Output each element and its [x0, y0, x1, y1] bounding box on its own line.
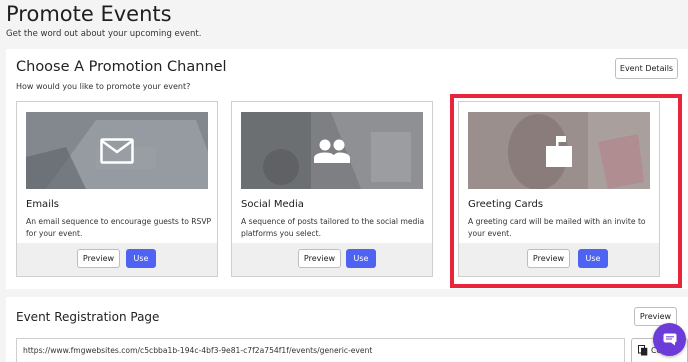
card-title: Emails	[26, 199, 59, 210]
social-media-preview-button[interactable]: Preview	[298, 249, 341, 268]
card-description: An email sequence to encourage guests to…	[26, 217, 212, 238]
registration-panel: Event Registration Page Preview https://…	[6, 297, 688, 362]
card-title: Social Media	[241, 199, 304, 210]
registration-url: https://www.fmgwebsites.com/c5cbba1b-194…	[23, 346, 373, 355]
emails-card-image	[26, 112, 208, 189]
copy-icon	[638, 345, 648, 356]
card-footer: Preview Use	[17, 243, 217, 276]
page-title: Promote Events	[6, 2, 172, 26]
channel-card-emails: Emails An email sequence to encourage gu…	[16, 101, 218, 277]
envelope-icon	[100, 137, 134, 164]
page-subtitle: Get the word out about your upcoming eve…	[6, 29, 202, 39]
card-footer: Preview Use	[232, 243, 432, 276]
channel-card-social-media: Social Media A sequence of posts tailore…	[231, 101, 433, 277]
emails-use-button[interactable]: Use	[126, 249, 156, 268]
chat-button[interactable]	[653, 323, 686, 356]
social-media-card-image	[241, 112, 423, 189]
social-media-use-button[interactable]: Use	[346, 249, 376, 268]
event-details-button[interactable]: Event Details	[615, 58, 678, 79]
registration-url-field[interactable]: https://www.fmgwebsites.com/c5cbba1b-194…	[16, 338, 625, 362]
selection-highlight	[450, 94, 682, 288]
section-title: Choose A Promotion Channel	[16, 59, 227, 75]
registration-title: Event Registration Page	[16, 310, 160, 324]
emails-preview-button[interactable]: Preview	[77, 249, 120, 268]
people-icon	[314, 139, 350, 163]
section-subtitle: How would you like to promote your event…	[16, 82, 191, 91]
chat-icon	[663, 333, 676, 346]
card-description: A sequence of posts tailored to the soci…	[241, 217, 425, 238]
